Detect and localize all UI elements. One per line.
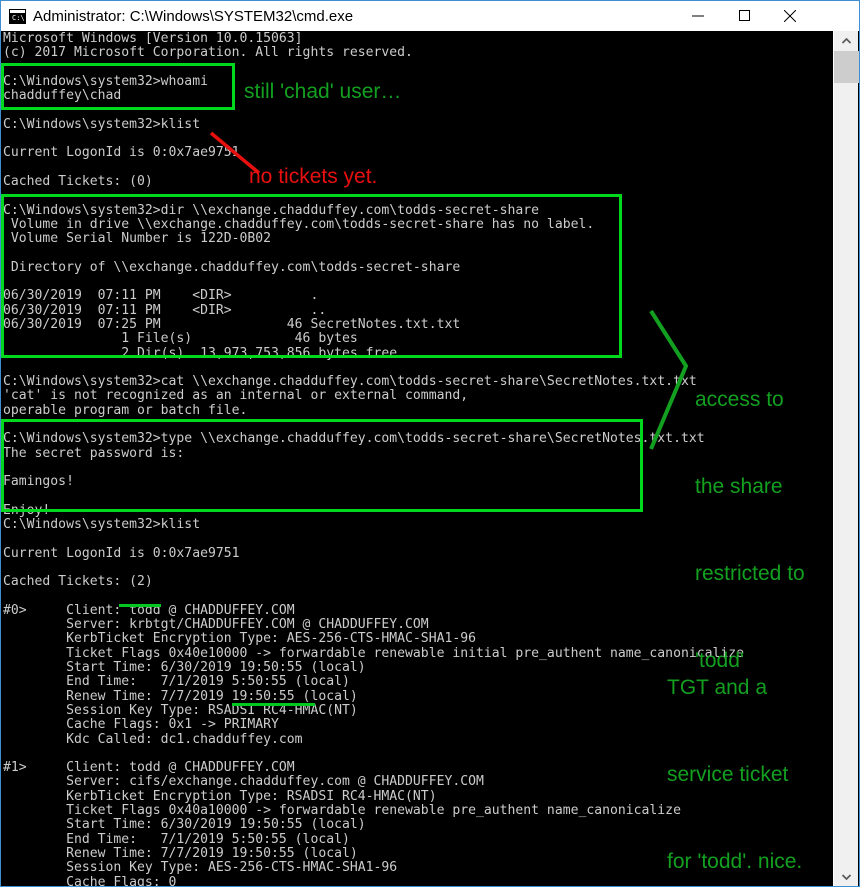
maximize-button[interactable] <box>721 1 767 30</box>
minimize-icon <box>692 15 704 16</box>
annotation-share-access-line-2: the share <box>695 475 783 498</box>
scrollbar-thumb[interactable] <box>834 51 859 83</box>
annotation-tgt-note: TGT and a service ticket for 'todd'. nic… <box>667 615 803 886</box>
window-title: Administrator: C:\Windows\SYSTEM32\cmd.e… <box>33 7 354 25</box>
terminal-text: Microsoft Windows [Version 10.0.15063] (… <box>3 31 745 887</box>
annotation-share-access-line-1: access to <box>695 388 784 411</box>
scroll-up-button[interactable] <box>834 31 859 51</box>
maximize-icon <box>738 10 750 21</box>
close-icon <box>784 9 796 22</box>
chevron-down-icon <box>842 874 851 880</box>
chevron-up-icon <box>842 38 851 44</box>
scroll-down-button[interactable] <box>834 867 859 886</box>
annotation-tgt-line-2: service ticket <box>667 763 789 786</box>
annotation-tgt-line-3: for 'todd'. nice. <box>667 850 803 873</box>
annotation-share-access-line-3: restricted to <box>695 562 805 585</box>
annotation-no-tickets-note: no tickets yet. <box>249 165 378 188</box>
close-button[interactable] <box>767 1 813 30</box>
highlight-underline-todd-client <box>119 604 161 607</box>
annotation-tgt-line-1: TGT and a <box>667 676 767 699</box>
vertical-scrollbar[interactable] <box>833 31 859 886</box>
cmd-window: C:\ Administrator: C:\Windows\SYSTEM32\c… <box>0 0 860 887</box>
highlight-underline-rc4-hmac <box>232 703 315 706</box>
console-icon: C:\ <box>9 8 26 24</box>
minimize-button[interactable] <box>675 1 721 30</box>
annotation-whoami-note: still 'chad' user… <box>244 80 402 103</box>
